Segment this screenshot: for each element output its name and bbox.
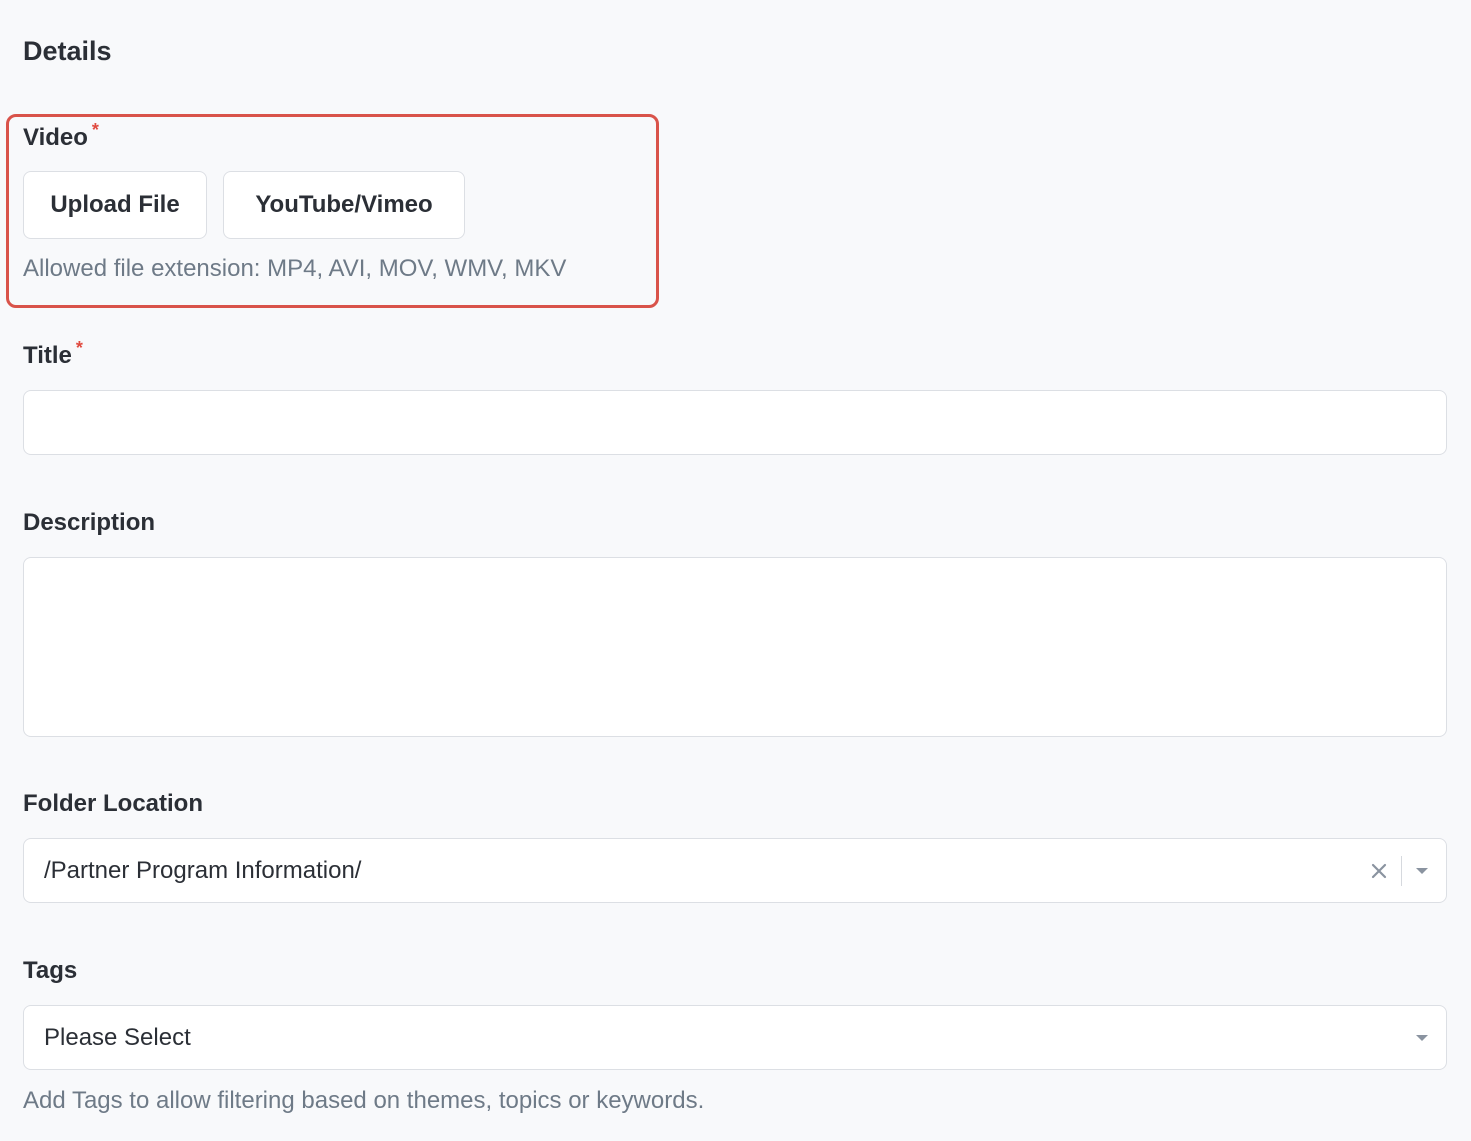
folder-location-select[interactable]: /Partner Program Information/	[23, 838, 1447, 903]
close-icon-svg	[1371, 863, 1386, 878]
tags-select[interactable]: Please Select	[23, 1005, 1447, 1070]
description-label: Description	[23, 509, 156, 536]
tags-help-text: Add Tags to allow filtering based on the…	[23, 1087, 705, 1114]
folder-location-value: /Partner Program Information/	[44, 856, 362, 884]
title-label: Title *	[23, 338, 83, 370]
upload-file-button[interactable]: Upload File	[23, 171, 207, 239]
folder-location-label: Folder Location	[23, 790, 203, 817]
video-label-text: Video	[23, 124, 88, 151]
close-icon[interactable]	[1369, 861, 1389, 881]
caret-down-icon[interactable]	[1416, 867, 1428, 874]
folder-select-controls	[1369, 839, 1447, 902]
select-separator	[1400, 855, 1402, 886]
tags-select-controls	[1416, 1006, 1446, 1069]
description-textarea[interactable]	[23, 557, 1447, 737]
caret-down-icon[interactable]	[1416, 1034, 1428, 1041]
video-help-text: Allowed file extension: MP4, AVI, MOV, W…	[23, 255, 567, 282]
details-form: Details Video * Upload File YouTube/Vimeo…	[0, 0, 1471, 1141]
title-required-mark: *	[75, 338, 83, 358]
video-required-mark: *	[91, 120, 99, 140]
tags-placeholder: Please Select	[44, 1023, 191, 1051]
youtube-vimeo-button[interactable]: YouTube/Vimeo	[223, 171, 465, 239]
title-input[interactable]	[23, 390, 1447, 455]
tags-label: Tags	[23, 957, 78, 984]
section-title: Details	[23, 36, 112, 66]
title-label-text: Title	[23, 342, 72, 369]
video-label: Video *	[23, 120, 99, 152]
